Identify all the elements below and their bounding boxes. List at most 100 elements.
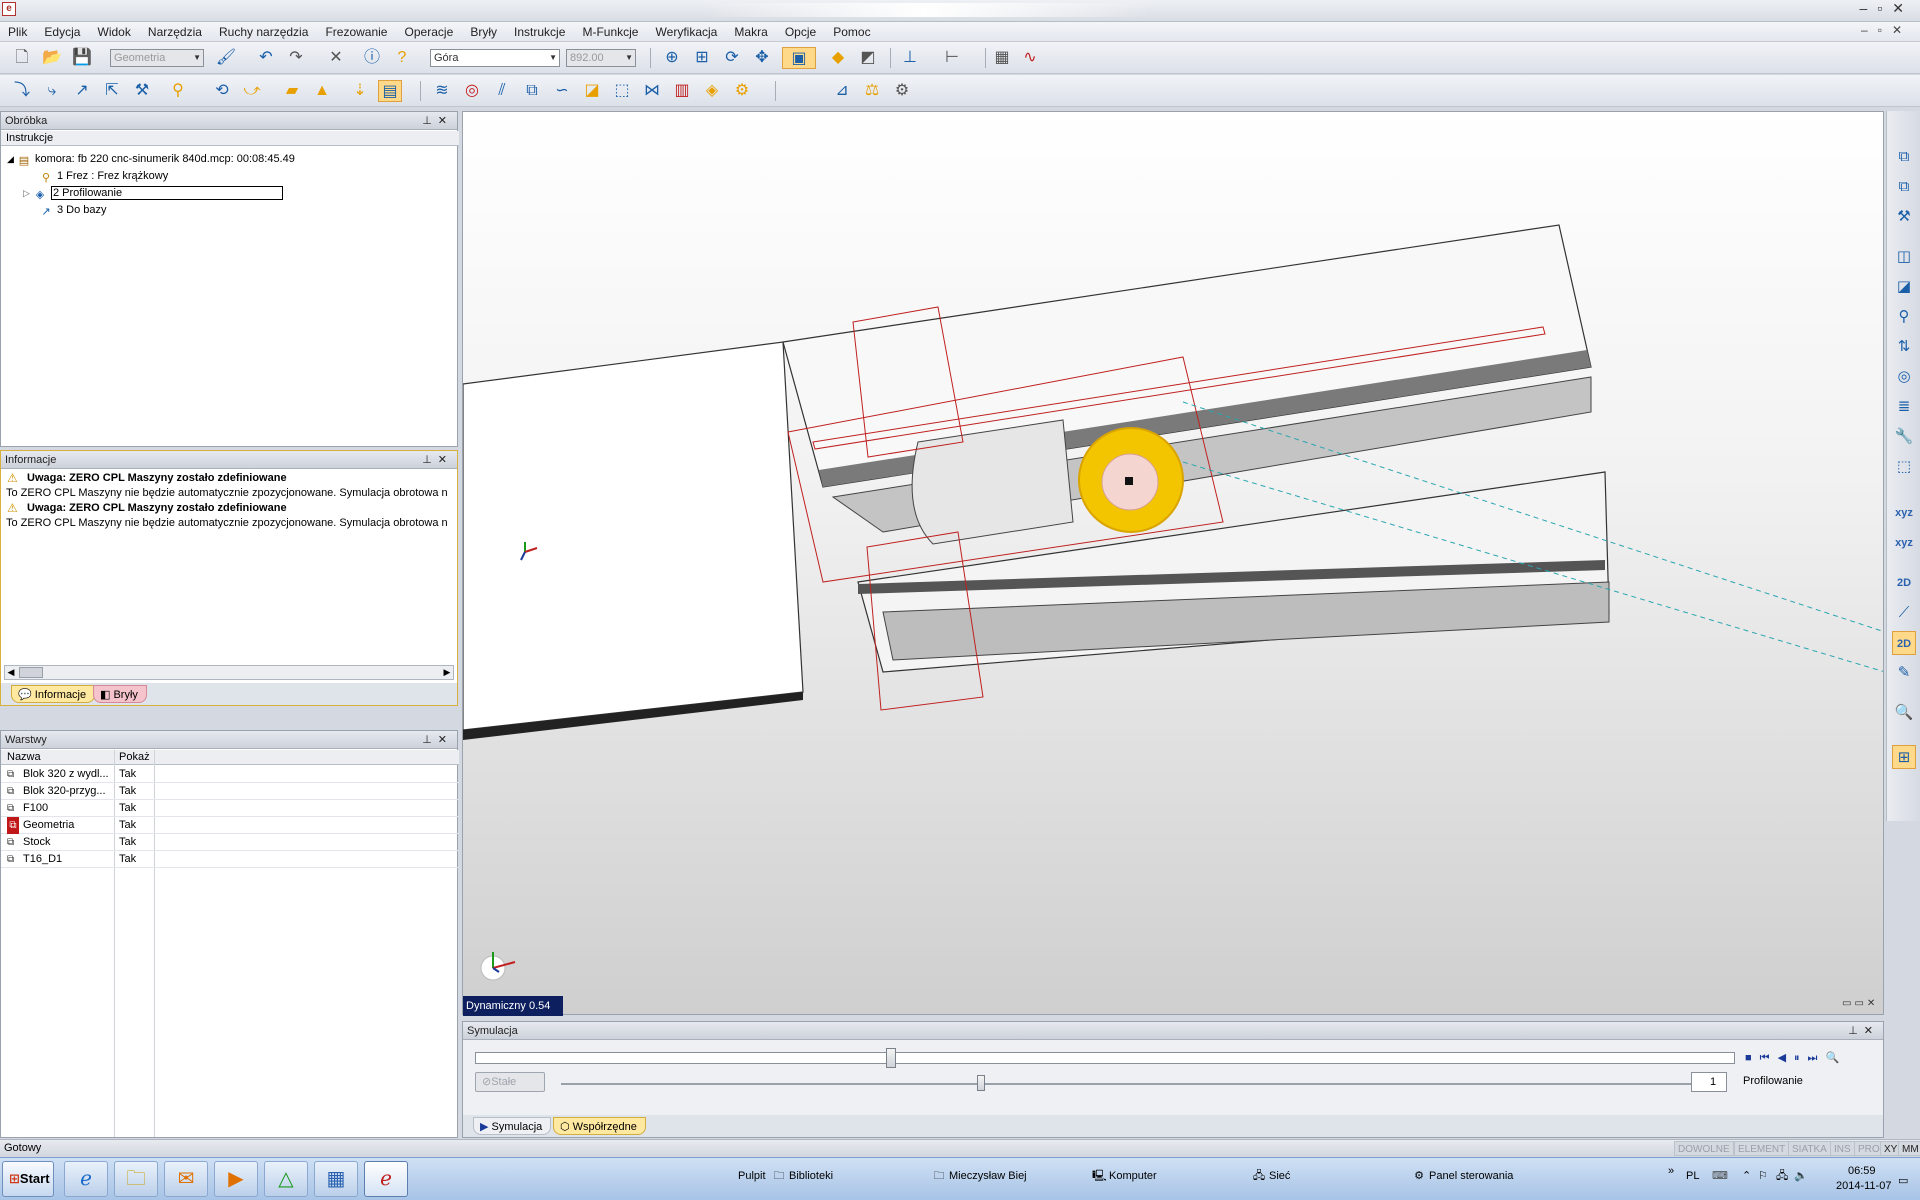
save-icon[interactable]: 💾 xyxy=(70,47,94,69)
step-back-icon[interactable]: ◀ xyxy=(1778,1052,1794,1064)
stop-icon[interactable]: ■ xyxy=(1745,1052,1760,1064)
layers-stack-icon[interactable]: ⧉ xyxy=(1892,145,1916,169)
stock-view-icon[interactable]: ◆ xyxy=(826,47,850,69)
scroll-right-icon[interactable]: ▶ xyxy=(441,666,453,679)
panel-header-buttons[interactable]: ⊥✕ xyxy=(422,731,453,749)
explorer-folder-icon[interactable]: 🗀 xyxy=(114,1161,158,1197)
move-down-icon[interactable]: ⤵ xyxy=(10,80,34,102)
help-icon[interactable]: ? xyxy=(390,47,414,69)
stock-box-icon[interactable]: ◫ xyxy=(1892,245,1916,269)
tree-item-profilowanie[interactable]: ▷ ◈ 2 Profilowanie xyxy=(23,185,284,201)
simulation-progress-track[interactable] xyxy=(475,1052,1735,1064)
zoom-icon[interactable]: 🔍 xyxy=(1825,1052,1847,1064)
op-spiral-icon[interactable]: ◎ xyxy=(460,80,484,102)
layer-row[interactable]: ⧉ T16_D1 Tak xyxy=(1,851,459,868)
spiral-icon[interactable]: ◎ xyxy=(1892,365,1916,389)
measure-icon[interactable]: ⊢ xyxy=(940,47,964,69)
panel-header-buttons[interactable]: ⊥✕ xyxy=(422,451,453,469)
rotate-view-icon[interactable]: ⟳ xyxy=(720,47,744,69)
outlook-icon[interactable]: ✉ xyxy=(164,1161,208,1197)
chrome-icon[interactable]: △ xyxy=(264,1161,308,1197)
menu-frezowanie[interactable]: Frezowanie xyxy=(317,22,393,40)
start-button[interactable]: ⊞Start xyxy=(2,1161,54,1197)
op-multi-icon[interactable]: ⋈ xyxy=(640,80,664,102)
info-icon[interactable]: ⓘ xyxy=(360,47,384,69)
delete-icon[interactable]: ✕ xyxy=(324,47,348,69)
network-tray-icon[interactable]: 🖧 xyxy=(1776,1167,1788,1185)
layer-visibility[interactable]: Tak xyxy=(119,800,136,817)
hide-icon[interactable]: ◩ xyxy=(856,47,880,69)
horizontal-scrollbar[interactable]: ◀ ▶ xyxy=(4,665,454,680)
layer-row[interactable]: ⧉ Stock Tak xyxy=(1,834,459,851)
op-layer-icon[interactable]: ⧉ xyxy=(520,80,544,102)
layer-visibility[interactable]: Tak xyxy=(119,834,136,851)
mdi-window-controls[interactable]: –▫✕ xyxy=(1861,23,1912,37)
indicator-mm[interactable]: MM xyxy=(1898,1141,1920,1156)
zoom-fit-icon[interactable]: ⊕ xyxy=(660,47,684,69)
instrukcje-column-header[interactable]: Instrukcje xyxy=(1,131,459,146)
op-face-icon[interactable]: ≋ xyxy=(430,80,454,102)
stock-stack-icon[interactable]: ◪ xyxy=(1892,275,1916,299)
op-slice-icon[interactable]: ⫽ xyxy=(490,80,514,102)
pen-icon[interactable]: ✎ xyxy=(1892,661,1916,685)
brush-icon[interactable]: 🖌 xyxy=(214,47,238,69)
biblioteki-link[interactable]: 🗀 Biblioteki xyxy=(772,1167,834,1185)
menu-m-funkcje[interactable]: M-Funkcje xyxy=(574,22,644,40)
toolbar-overflow-icon[interactable]: » xyxy=(1668,1162,1674,1180)
pause-icon[interactable]: ⏸ xyxy=(1794,1052,1808,1064)
pocket-icon[interactable]: ▰ xyxy=(280,80,304,102)
indicator-ins[interactable]: INS xyxy=(1830,1141,1855,1156)
layer-visibility[interactable]: Tak xyxy=(119,851,136,868)
verify-icon[interactable]: ⊿ xyxy=(830,80,854,102)
xyz-origin-button[interactable]: xyz xyxy=(1892,531,1916,555)
speed-slider-thumb[interactable] xyxy=(977,1075,985,1091)
menu-instrukcje[interactable]: Instrukcje xyxy=(506,22,571,40)
scroll-left-icon[interactable]: ◀ xyxy=(5,666,17,679)
move-diag-icon[interactable]: ↗ xyxy=(70,80,94,102)
move-right-icon[interactable]: ⤷ xyxy=(40,80,64,102)
user-folder-link[interactable]: 🗀 Mieczysław Biej xyxy=(932,1167,1027,1185)
layer-row[interactable]: ⧉ Geometria Tak xyxy=(1,817,459,834)
tab-symulacja[interactable]: ▶ Symulacja xyxy=(473,1117,552,1135)
app-icon[interactable]: e xyxy=(2,2,16,16)
menu-plik[interactable]: Plik xyxy=(0,22,33,40)
panel-header-buttons[interactable]: ⊥✕ xyxy=(1848,1022,1879,1040)
simulation-progress-thumb[interactable] xyxy=(885,1048,896,1068)
op-stripes-icon[interactable]: ▥ xyxy=(670,80,694,102)
insert-icon[interactable]: ⊞ xyxy=(1892,745,1916,769)
column-pokaz[interactable]: Pokaż xyxy=(119,750,150,765)
menu-weryfikacja[interactable]: Weryfikacja xyxy=(648,22,724,40)
xyz-button[interactable]: xyz xyxy=(1892,501,1916,525)
menu-bryly[interactable]: Bryły xyxy=(462,22,503,40)
cycle-icon[interactable]: ⟲ xyxy=(210,80,234,102)
menu-narzedzia[interactable]: Narzędzia xyxy=(140,22,208,40)
wrench-icon[interactable]: 🔧 xyxy=(1892,425,1916,449)
calculator-icon[interactable]: ▦ xyxy=(314,1161,358,1197)
tab-informacje[interactable]: 💬 Informacje xyxy=(11,685,96,703)
menu-opcje[interactable]: Opcje xyxy=(777,22,822,40)
tool-change-icon[interactable]: ⚒ xyxy=(130,80,154,102)
undo-icon[interactable]: ↶ xyxy=(254,47,278,69)
clock-date[interactable]: 2014-11-07 xyxy=(1836,1180,1891,1192)
media-player-icon[interactable]: ▶ xyxy=(214,1161,258,1197)
tab-bryly[interactable]: ◧ Bryły xyxy=(93,685,147,703)
menu-ruchy-narzedzia[interactable]: Ruchy narzędzia xyxy=(211,22,314,40)
layer-visibility[interactable]: Tak xyxy=(119,783,136,800)
tree-root[interactable]: ◢ ▤ komora: fb 220 cnc-sinumerik 840d.mcp… xyxy=(7,151,295,167)
indicator-siatka[interactable]: SIATKA xyxy=(1788,1141,1831,1156)
column-nazwa[interactable]: Nazwa xyxy=(7,750,41,765)
desktop-link[interactable]: Pulpit xyxy=(738,1167,766,1185)
layer-row[interactable]: ⧉ Blok 320 z wydl... Tak xyxy=(1,766,459,783)
menu-widok[interactable]: Widok xyxy=(90,22,137,40)
height-combo[interactable]: 892.00 ▼ xyxy=(566,49,636,67)
keyboard-icon[interactable]: ⌨ xyxy=(1712,1167,1728,1185)
collapse-icon[interactable]: ◢ xyxy=(7,154,14,164)
show-desktop-icon[interactable]: ▭ xyxy=(1898,1172,1908,1190)
tree-item-frez[interactable]: ⚲ 1 Frez : Frez krążkowy xyxy=(39,168,168,184)
shaded-view-icon[interactable]: ▣ xyxy=(782,47,816,69)
nc-icon[interactable]: ▤ xyxy=(378,80,402,102)
contour-icon[interactable]: ▲ xyxy=(310,80,334,102)
window-controls[interactable]: –▫✕ xyxy=(1860,0,1914,17)
layer-row[interactable]: ⧉ F100 Tak xyxy=(1,800,459,817)
internet-explorer-icon[interactable]: ℯ xyxy=(64,1161,108,1197)
